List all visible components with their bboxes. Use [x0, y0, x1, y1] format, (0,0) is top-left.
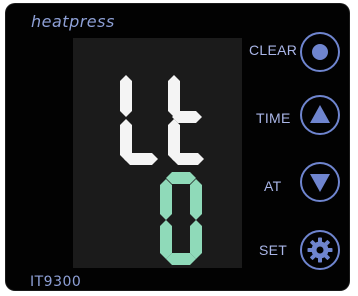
triangle-down-icon — [310, 174, 330, 192]
bottom-readout — [160, 172, 202, 265]
bottom-digit-zero — [160, 172, 202, 265]
time-label: TIME — [256, 110, 291, 126]
triangle-up-icon — [310, 105, 330, 123]
at-down-button[interactable] — [300, 162, 340, 202]
heatpress-control-panel: heatpress Lt 0 — [6, 4, 349, 290]
set-button[interactable] — [300, 230, 340, 270]
top-digit-l — [120, 75, 158, 165]
time-up-button[interactable] — [300, 95, 340, 135]
set-label: SET — [259, 242, 288, 258]
seven-segment-readouts — [120, 75, 204, 265]
circle-icon — [312, 44, 328, 60]
clear-label: CLEAR — [249, 42, 298, 58]
brand-label: heatpress — [31, 12, 115, 31]
at-label: AT — [264, 178, 282, 194]
lcd-display: Lt 0 — [73, 38, 242, 268]
clear-button[interactable] — [300, 32, 340, 72]
top-digit-t — [168, 75, 204, 165]
gear-icon — [307, 237, 333, 263]
top-readout — [120, 75, 204, 165]
model-label: IT9300 — [30, 274, 82, 290]
